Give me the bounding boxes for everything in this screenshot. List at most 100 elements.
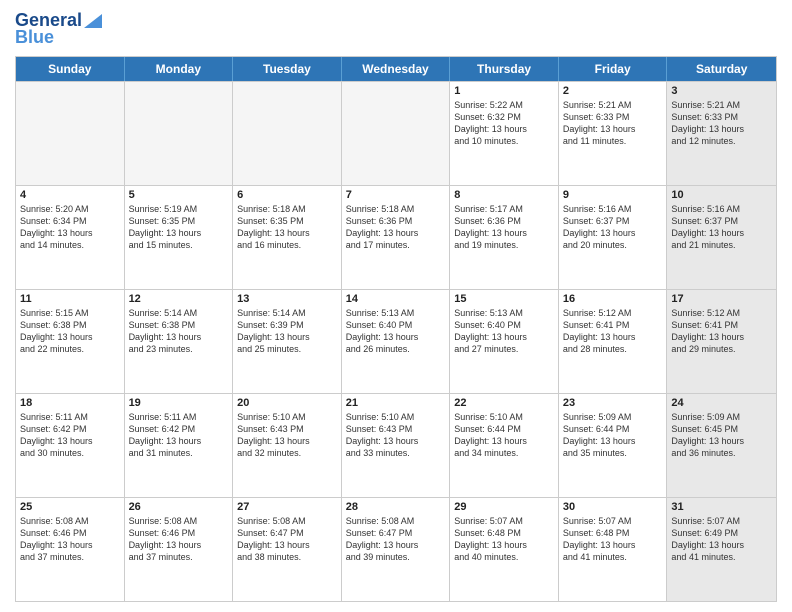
day-number: 18: [20, 397, 120, 409]
cal-cell-empty-1: [125, 82, 234, 185]
logo-icon: [84, 10, 102, 28]
cell-info: Sunrise: 5:18 AMSunset: 6:35 PMDaylight:…: [237, 203, 337, 252]
header: General Blue: [15, 10, 777, 48]
cal-cell-11: 11 Sunrise: 5:15 AMSunset: 6:38 PMDayligh…: [16, 290, 125, 393]
day-number: 5: [129, 189, 229, 201]
day-number: 28: [346, 501, 446, 513]
cal-cell-17: 17 Sunrise: 5:12 AMSunset: 6:41 PMDayligh…: [667, 290, 776, 393]
cal-cell-23: 23Sunrise: 5:09 AMSunset: 6:44 PMDayligh…: [559, 394, 668, 497]
cal-cell-empty-2: [233, 82, 342, 185]
calendar: SundayMondayTuesdayWednesdayThursdayFrid…: [15, 56, 777, 602]
cell-info: Sunrise: 5:07 AMSunset: 6:48 PMDaylight:…: [563, 515, 663, 564]
day-number: 27: [237, 501, 337, 513]
cell-info: Sunrise: 5:08 AMSunset: 6:46 PMDaylight:…: [129, 515, 229, 564]
cell-info: Sunrise: 5:10 AMSunset: 6:43 PMDaylight:…: [237, 411, 337, 460]
cal-cell-22: 22 Sunrise: 5:10 AMSunset: 6:44 PMDayligh…: [450, 394, 559, 497]
cal-cell-2: 2 Sunrise: 5:21 AMSunset: 6:33 PMDaylight…: [559, 82, 668, 185]
page: General Blue SundayMondayTuesdayWednesda…: [0, 0, 792, 612]
day-number: 26: [129, 501, 229, 513]
cal-cell-7: 7 Sunrise: 5:18 AMSunset: 6:36 PMDaylight…: [342, 186, 451, 289]
cal-row-4: 18 Sunrise: 5:11 AMSunset: 6:42 PMDayligh…: [16, 393, 776, 497]
day-number: 20: [237, 397, 337, 409]
day-number: 24: [671, 397, 772, 409]
cal-row-1: 1 Sunrise: 5:22 AMSunset: 6:32 PMDaylight…: [16, 81, 776, 185]
cell-info: Sunrise: 5:20 AMSunset: 6:34 PMDaylight:…: [20, 203, 120, 252]
cell-info: Sunrise: 5:09 AMSunset: 6:45 PMDaylight:…: [671, 411, 772, 460]
cal-row-2: 4 Sunrise: 5:20 AMSunset: 6:34 PMDaylight…: [16, 185, 776, 289]
day-number: 19: [129, 397, 229, 409]
cell-info: Sunrise: 5:12 AMSunset: 6:41 PMDaylight:…: [671, 307, 772, 356]
day-number: 16: [563, 293, 663, 305]
cal-cell-31: 31Sunrise: 5:07 AMSunset: 6:49 PMDayligh…: [667, 498, 776, 601]
cal-cell-19: 19 Sunrise: 5:11 AMSunset: 6:42 PMDayligh…: [125, 394, 234, 497]
cal-cell-25: 25 Sunrise: 5:08 AMSunset: 6:46 PMDayligh…: [16, 498, 125, 601]
day-number: 30: [563, 501, 663, 513]
cell-info: Sunrise: 5:22 AMSunset: 6:32 PMDaylight:…: [454, 99, 554, 148]
cal-cell-9: 9Sunrise: 5:16 AMSunset: 6:37 PMDaylight…: [559, 186, 668, 289]
calendar-header: SundayMondayTuesdayWednesdayThursdayFrid…: [16, 57, 776, 81]
cal-header-thursday: Thursday: [450, 57, 559, 81]
day-number: 11: [20, 293, 120, 305]
cell-info: Sunrise: 5:15 AMSunset: 6:38 PMDaylight:…: [20, 307, 120, 356]
cal-cell-3: 3Sunrise: 5:21 AMSunset: 6:33 PMDaylight…: [667, 82, 776, 185]
cal-cell-26: 26 Sunrise: 5:08 AMSunset: 6:46 PMDayligh…: [125, 498, 234, 601]
day-number: 12: [129, 293, 229, 305]
day-number: 2: [563, 85, 663, 97]
day-number: 23: [563, 397, 663, 409]
cell-info: Sunrise: 5:13 AMSunset: 6:40 PMDaylight:…: [346, 307, 446, 356]
cell-info: Sunrise: 5:11 AMSunset: 6:42 PMDaylight:…: [20, 411, 120, 460]
day-number: 29: [454, 501, 554, 513]
cell-info: Sunrise: 5:10 AMSunset: 6:44 PMDaylight:…: [454, 411, 554, 460]
cal-header-wednesday: Wednesday: [342, 57, 451, 81]
cal-cell-8: 8 Sunrise: 5:17 AMSunset: 6:36 PMDaylight…: [450, 186, 559, 289]
day-number: 8: [454, 189, 554, 201]
cal-header-friday: Friday: [559, 57, 668, 81]
cal-cell-10: 10Sunrise: 5:16 AMSunset: 6:37 PMDayligh…: [667, 186, 776, 289]
cell-info: Sunrise: 5:12 AMSunset: 6:41 PMDaylight:…: [563, 307, 663, 356]
cell-info: Sunrise: 5:14 AMSunset: 6:38 PMDaylight:…: [129, 307, 229, 356]
day-number: 4: [20, 189, 120, 201]
day-number: 1: [454, 85, 554, 97]
day-number: 22: [454, 397, 554, 409]
cal-cell-empty-0: [16, 82, 125, 185]
cal-cell-4: 4 Sunrise: 5:20 AMSunset: 6:34 PMDaylight…: [16, 186, 125, 289]
day-number: 6: [237, 189, 337, 201]
cal-cell-28: 28 Sunrise: 5:08 AMSunset: 6:47 PMDayligh…: [342, 498, 451, 601]
cal-header-sunday: Sunday: [16, 57, 125, 81]
cal-cell-29: 29Sunrise: 5:07 AMSunset: 6:48 PMDayligh…: [450, 498, 559, 601]
day-number: 3: [671, 85, 772, 97]
cal-cell-12: 12 Sunrise: 5:14 AMSunset: 6:38 PMDayligh…: [125, 290, 234, 393]
cell-info: Sunrise: 5:18 AMSunset: 6:36 PMDaylight:…: [346, 203, 446, 252]
day-number: 21: [346, 397, 446, 409]
logo-blue: Blue: [15, 27, 54, 48]
cell-info: Sunrise: 5:08 AMSunset: 6:47 PMDaylight:…: [346, 515, 446, 564]
cal-cell-13: 13 Sunrise: 5:14 AMSunset: 6:39 PMDayligh…: [233, 290, 342, 393]
day-number: 7: [346, 189, 446, 201]
cell-info: Sunrise: 5:16 AMSunset: 6:37 PMDaylight:…: [671, 203, 772, 252]
logo: General Blue: [15, 10, 102, 48]
cal-cell-27: 27Sunrise: 5:08 AMSunset: 6:47 PMDayligh…: [233, 498, 342, 601]
cal-cell-16: 16 Sunrise: 5:12 AMSunset: 6:41 PMDayligh…: [559, 290, 668, 393]
cal-cell-6: 6 Sunrise: 5:18 AMSunset: 6:35 PMDaylight…: [233, 186, 342, 289]
day-number: 25: [20, 501, 120, 513]
day-number: 17: [671, 293, 772, 305]
day-number: 14: [346, 293, 446, 305]
calendar-body: 1 Sunrise: 5:22 AMSunset: 6:32 PMDaylight…: [16, 81, 776, 601]
cell-info: Sunrise: 5:13 AMSunset: 6:40 PMDaylight:…: [454, 307, 554, 356]
cal-cell-30: 30 Sunrise: 5:07 AMSunset: 6:48 PMDayligh…: [559, 498, 668, 601]
cal-header-monday: Monday: [125, 57, 234, 81]
cal-cell-empty-3: [342, 82, 451, 185]
cal-header-tuesday: Tuesday: [233, 57, 342, 81]
cal-cell-21: 21Sunrise: 5:10 AMSunset: 6:43 PMDayligh…: [342, 394, 451, 497]
cell-info: Sunrise: 5:08 AMSunset: 6:46 PMDaylight:…: [20, 515, 120, 564]
day-number: 13: [237, 293, 337, 305]
cell-info: Sunrise: 5:19 AMSunset: 6:35 PMDaylight:…: [129, 203, 229, 252]
cal-cell-15: 15Sunrise: 5:13 AMSunset: 6:40 PMDayligh…: [450, 290, 559, 393]
cal-cell-20: 20 Sunrise: 5:10 AMSunset: 6:43 PMDayligh…: [233, 394, 342, 497]
cell-info: Sunrise: 5:21 AMSunset: 6:33 PMDaylight:…: [563, 99, 663, 148]
cell-info: Sunrise: 5:11 AMSunset: 6:42 PMDaylight:…: [129, 411, 229, 460]
cal-cell-14: 14 Sunrise: 5:13 AMSunset: 6:40 PMDayligh…: [342, 290, 451, 393]
cell-info: Sunrise: 5:17 AMSunset: 6:36 PMDaylight:…: [454, 203, 554, 252]
cell-info: Sunrise: 5:14 AMSunset: 6:39 PMDaylight:…: [237, 307, 337, 356]
cell-info: Sunrise: 5:07 AMSunset: 6:49 PMDaylight:…: [671, 515, 772, 564]
